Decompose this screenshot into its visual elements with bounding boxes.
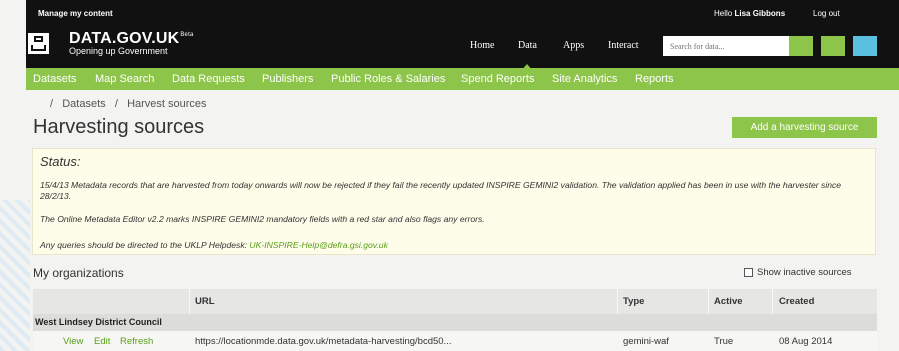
status-line-1: 15/4/13 Metadata records that are harves…: [40, 180, 842, 201]
edit-link[interactable]: Edit: [94, 336, 110, 347]
my-organizations-heading: My organizations: [33, 266, 124, 280]
source-type: gemini-waf: [623, 336, 669, 347]
subnav-public-roles[interactable]: Public Roles & Salaries: [331, 73, 445, 85]
organization-name: West Lindsey District Council: [35, 317, 162, 327]
user-greeting: Hello Lisa Gibbons: [714, 9, 785, 18]
view-link[interactable]: View: [63, 336, 83, 347]
nav-apps[interactable]: Apps: [563, 40, 584, 51]
add-harvesting-source-button[interactable]: Add a harvesting source: [732, 117, 877, 138]
subnav-reports[interactable]: Reports: [635, 73, 674, 85]
status-line-3: Any queries should be directed to the UK…: [40, 240, 870, 251]
search-input[interactable]: [663, 36, 789, 56]
source-active: True: [714, 336, 734, 347]
nav-home[interactable]: Home: [470, 40, 494, 51]
show-inactive-toggle[interactable]: Show inactive sources: [744, 267, 852, 278]
greeting-prefix: Hello: [714, 9, 733, 18]
page-title: Harvesting sources: [33, 116, 205, 138]
beta-badge: Beta: [180, 32, 194, 38]
breadcrumb-separator: /: [114, 98, 118, 110]
logo-icon[interactable]: [28, 33, 49, 54]
logout-link[interactable]: Log out: [813, 9, 840, 18]
subnav-site-analytics[interactable]: Site Analytics: [552, 73, 617, 85]
column-divider: [189, 289, 190, 314]
column-header-url[interactable]: URL: [195, 296, 215, 307]
column-divider: [617, 289, 618, 314]
subnav-data-requests[interactable]: Data Requests: [172, 73, 245, 85]
subnav-spend-reports[interactable]: Spend Reports: [461, 73, 534, 85]
subnav-map-search[interactable]: Map Search: [95, 73, 154, 85]
column-header-created[interactable]: Created: [779, 296, 814, 307]
column-divider: [708, 289, 709, 314]
search-button[interactable]: [789, 36, 813, 56]
breadcrumb-current: Harvest sources: [127, 98, 207, 110]
table-row: [33, 331, 877, 351]
status-panel: Status: 15/4/13 Metadata records that ar…: [32, 148, 876, 255]
column-header-active[interactable]: Active: [714, 296, 743, 307]
breadcrumb-separator: /: [50, 98, 54, 110]
status-line-2: The Online Metadata Editor v2.2 marks IN…: [40, 214, 485, 224]
user-name[interactable]: Lisa Gibbons: [734, 9, 785, 18]
nav-interact[interactable]: Interact: [608, 40, 639, 51]
breadcrumb: / Datasets / Harvest sources: [50, 98, 207, 110]
subnav-datasets[interactable]: Datasets: [33, 73, 76, 85]
green-square-icon[interactable]: [821, 36, 845, 56]
nav-data[interactable]: Data: [518, 40, 537, 71]
site-name: DATA.GOV.UK: [69, 30, 180, 47]
status-line-3-text: Any queries should be directed to the UK…: [40, 240, 250, 250]
column-divider: [772, 289, 773, 314]
table-header: [33, 289, 877, 314]
site-tagline: Opening up Government: [69, 46, 168, 56]
background-decoration: [0, 200, 30, 351]
subnav-publishers[interactable]: Publishers: [262, 73, 313, 85]
column-header-type[interactable]: Type: [623, 296, 644, 307]
manage-content-link[interactable]: Manage my content: [38, 9, 113, 18]
refresh-link[interactable]: Refresh: [120, 336, 153, 347]
helpdesk-email-link[interactable]: UK-INSPIRE-Help@defra.gsi.gov.uk: [249, 240, 387, 250]
status-heading: Status:: [40, 154, 81, 169]
source-created: 08 Aug 2014: [779, 336, 833, 347]
blue-square-icon[interactable]: [853, 36, 877, 56]
show-inactive-label: Show inactive sources: [757, 267, 852, 278]
breadcrumb-datasets[interactable]: Datasets: [62, 98, 105, 110]
show-inactive-checkbox[interactable]: [744, 268, 753, 277]
source-url: https://locationmde.data.gov.uk/metadata…: [195, 336, 452, 347]
